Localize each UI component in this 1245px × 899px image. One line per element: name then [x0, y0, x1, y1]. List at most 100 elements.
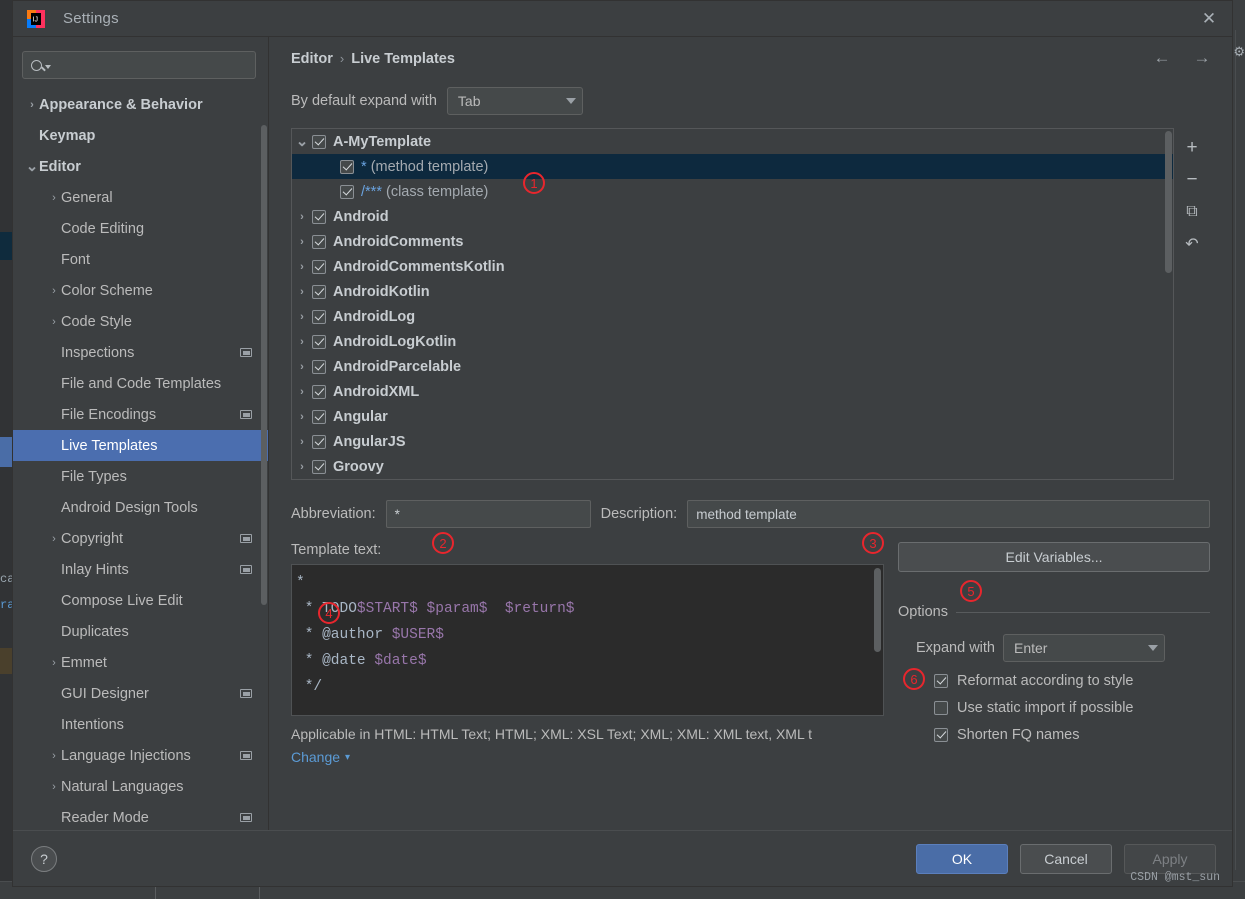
- chevron-right-icon[interactable]: ›: [292, 336, 312, 348]
- arrow-left-icon[interactable]: ←: [1150, 47, 1174, 69]
- template-checkbox[interactable]: [312, 384, 326, 399]
- sidebar-item-code-editing[interactable]: Code Editing: [13, 213, 268, 244]
- sidebar-item-keymap[interactable]: Keymap: [13, 120, 268, 151]
- chevron-right-icon[interactable]: ›: [292, 211, 312, 223]
- sidebar-item-font[interactable]: Font: [13, 244, 268, 275]
- sidebar-item-copyright[interactable]: › Copyright: [13, 523, 268, 554]
- ok-button[interactable]: OK: [916, 843, 1008, 874]
- template-checkbox[interactable]: [312, 334, 326, 349]
- sidebar-item-android-design-tools[interactable]: Android Design Tools: [13, 492, 268, 523]
- template-tree-row[interactable]: › Angular: [292, 404, 1173, 429]
- template-checkbox[interactable]: [312, 309, 326, 324]
- sidebar-item-reader-mode[interactable]: Reader Mode: [13, 802, 268, 830]
- search-box[interactable]: [22, 51, 256, 79]
- chevron-right-icon[interactable]: ›: [47, 657, 61, 669]
- change-context-link[interactable]: Change ▾: [291, 749, 350, 765]
- chevron-right-icon[interactable]: ›: [47, 285, 61, 297]
- template-checkbox[interactable]: [312, 134, 326, 149]
- template-tree-row[interactable]: › AndroidCommentsKotlin: [292, 254, 1173, 279]
- template-tree-row[interactable]: /*** (class template): [292, 179, 1173, 204]
- sidebar-item-color-scheme[interactable]: › Color Scheme: [13, 275, 268, 306]
- chevron-right-icon[interactable]: ›: [47, 781, 61, 793]
- sidebar-item-natural-languages[interactable]: › Natural Languages: [13, 771, 268, 802]
- option-reformat-according-to-style[interactable]: Reformat according to style: [898, 673, 1210, 689]
- sidebar-item-inlay-hints[interactable]: Inlay Hints: [13, 554, 268, 585]
- option-checkbox[interactable]: [934, 728, 948, 742]
- template-tree-row[interactable]: › AndroidXML: [292, 379, 1173, 404]
- sidebar-item-compose-live-edit[interactable]: Compose Live Edit: [13, 585, 268, 616]
- description-input[interactable]: method template: [687, 500, 1210, 528]
- template-tree-row[interactable]: › AngularJS: [292, 429, 1173, 454]
- template-checkbox[interactable]: [340, 159, 354, 174]
- template-tree[interactable]: ⌄ A-MyTemplate * (method template) /*** (cl…: [291, 128, 1174, 480]
- template-checkbox[interactable]: [312, 259, 326, 274]
- option-shorten-fq-names[interactable]: Shorten FQ names: [898, 727, 1210, 743]
- template-checkbox[interactable]: [312, 459, 326, 474]
- sidebar-item-appearance-behavior[interactable]: › Appearance & Behavior: [13, 89, 268, 120]
- template-tree-row[interactable]: › AndroidKotlin: [292, 279, 1173, 304]
- chevron-right-icon[interactable]: ›: [47, 750, 61, 762]
- sidebar-item-gui-designer[interactable]: GUI Designer: [13, 678, 268, 709]
- chevron-down-icon[interactable]: ⌄: [25, 159, 39, 174]
- settings-nav-list[interactable]: › Appearance & Behavior Keymap ⌄ Editor › Gene…: [13, 89, 268, 830]
- template-tree-row[interactable]: › Groovy: [292, 454, 1173, 479]
- template-checkbox[interactable]: [312, 209, 326, 224]
- template-checkbox[interactable]: [340, 184, 354, 199]
- remove-template-button[interactable]: −: [1179, 168, 1205, 192]
- chevron-right-icon[interactable]: ›: [292, 261, 312, 273]
- chevron-right-icon[interactable]: ›: [292, 436, 312, 448]
- close-icon[interactable]: ✕: [1186, 1, 1232, 36]
- sidebar-item-code-style[interactable]: › Code Style: [13, 306, 268, 337]
- template-text-scrollbar[interactable]: [874, 568, 881, 652]
- chevron-right-icon[interactable]: ›: [47, 192, 61, 204]
- chevron-right-icon[interactable]: ›: [292, 236, 312, 248]
- template-text-editor[interactable]: * * TODO$START$ $param$ $return$ * @auth…: [291, 564, 884, 716]
- expand-with-select[interactable]: Enter: [1003, 634, 1165, 662]
- option-checkbox[interactable]: [934, 701, 948, 715]
- template-tree-scrollbar[interactable]: [1165, 131, 1172, 273]
- sidebar-item-language-injections[interactable]: › Language Injections: [13, 740, 268, 771]
- sidebar-item-file-types[interactable]: File Types: [13, 461, 268, 492]
- search-input[interactable]: [56, 57, 247, 73]
- sidebar-scrollbar[interactable]: [261, 125, 267, 605]
- sidebar-item-inspections[interactable]: Inspections: [13, 337, 268, 368]
- template-checkbox[interactable]: [312, 234, 326, 249]
- template-checkbox[interactable]: [312, 359, 326, 374]
- template-tree-row[interactable]: › AndroidParcelable: [292, 354, 1173, 379]
- template-checkbox[interactable]: [312, 284, 326, 299]
- cancel-button[interactable]: Cancel: [1020, 843, 1112, 874]
- revert-template-button[interactable]: ↶: [1179, 232, 1205, 256]
- chevron-right-icon[interactable]: ›: [292, 286, 312, 298]
- chevron-right-icon[interactable]: ›: [47, 533, 61, 545]
- option-checkbox[interactable]: [934, 674, 948, 688]
- chevron-right-icon[interactable]: ›: [47, 316, 61, 328]
- chevron-right-icon[interactable]: ›: [292, 461, 312, 473]
- chevron-right-icon[interactable]: ›: [292, 311, 312, 323]
- sidebar-item-duplicates[interactable]: Duplicates: [13, 616, 268, 647]
- default-expand-select[interactable]: Tab: [446, 87, 583, 115]
- help-button[interactable]: ?: [31, 845, 57, 872]
- template-tree-row[interactable]: › AndroidLog: [292, 304, 1173, 329]
- duplicate-template-button[interactable]: ⧉: [1179, 200, 1205, 224]
- sidebar-item-editor[interactable]: ⌄ Editor: [13, 151, 268, 182]
- chevron-right-icon[interactable]: ›: [292, 386, 312, 398]
- sidebar-item-file-and-code-templates[interactable]: File and Code Templates: [13, 368, 268, 399]
- sidebar-item-general[interactable]: › General: [13, 182, 268, 213]
- template-checkbox[interactable]: [312, 434, 326, 449]
- chevron-right-icon[interactable]: ›: [292, 411, 312, 423]
- template-tree-row[interactable]: › AndroidLogKotlin: [292, 329, 1173, 354]
- template-tree-row[interactable]: › AndroidComments: [292, 229, 1173, 254]
- arrow-right-icon[interactable]: →: [1190, 47, 1214, 69]
- sidebar-item-intentions[interactable]: Intentions: [13, 709, 268, 740]
- option-use-static-import-if-possible[interactable]: Use static import if possible: [898, 700, 1210, 716]
- breadcrumb-parent[interactable]: Editor: [291, 51, 333, 67]
- sidebar-item-file-encodings[interactable]: File Encodings: [13, 399, 268, 430]
- chevron-right-icon[interactable]: ›: [25, 99, 39, 111]
- edit-variables-button[interactable]: Edit Variables...: [898, 542, 1210, 572]
- chevron-down-icon[interactable]: ⌄: [292, 134, 312, 149]
- add-template-button[interactable]: +: [1179, 136, 1205, 160]
- sidebar-item-live-templates[interactable]: Live Templates: [13, 430, 268, 461]
- template-tree-row[interactable]: › Android: [292, 204, 1173, 229]
- chevron-right-icon[interactable]: ›: [292, 361, 312, 373]
- sidebar-item-emmet[interactable]: › Emmet: [13, 647, 268, 678]
